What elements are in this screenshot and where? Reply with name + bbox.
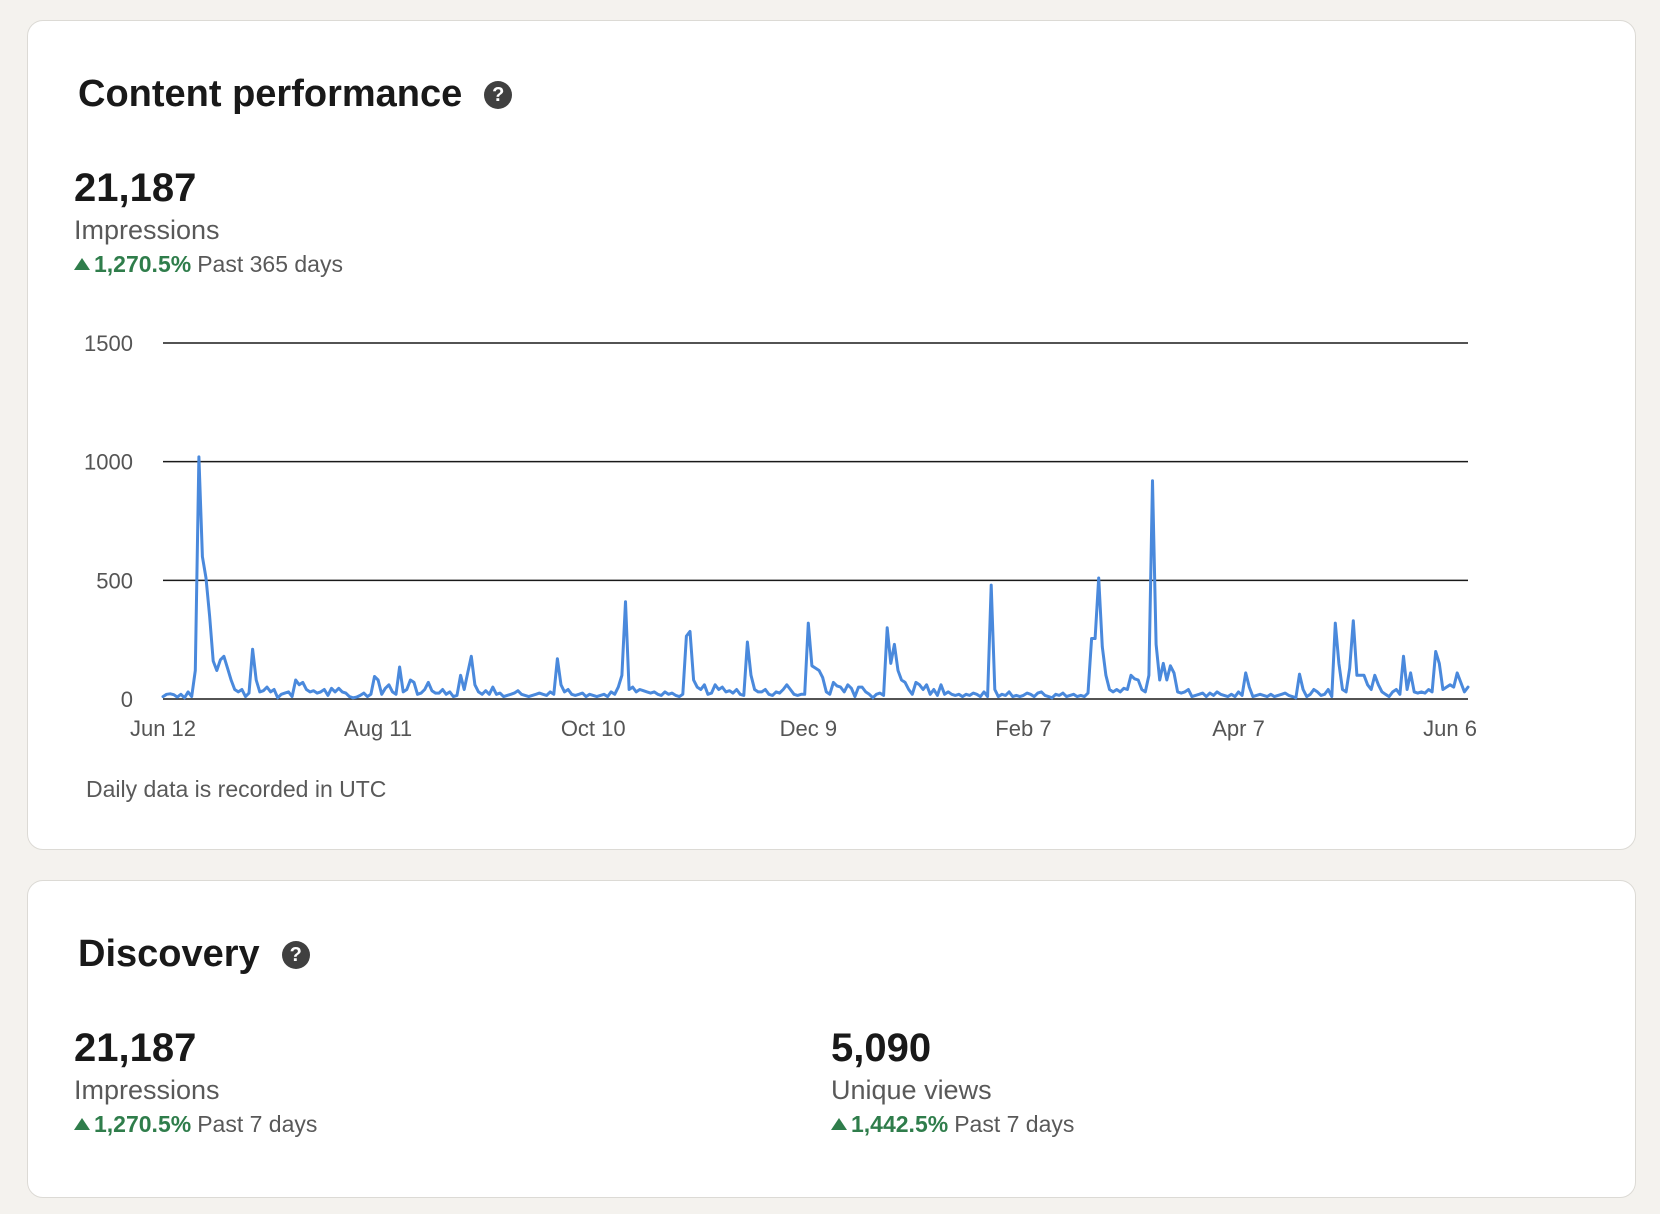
question-circle-icon[interactable]: ? [281, 940, 310, 969]
change-percent: 1,442.5% [851, 1111, 949, 1137]
x-tick-label: Oct 10 [561, 716, 626, 741]
y-tick-label: 500 [96, 568, 133, 593]
discovery-card: Discovery ? 21,187 Impressions 1,270.5% P… [27, 880, 1636, 1198]
unique-views-value: 5,090 [831, 1026, 932, 1070]
unique-views-change: 1,442.5% Past 7 days [831, 1109, 1074, 1139]
x-tick-label: Aug 11 [344, 716, 412, 741]
impressions-series-line [161, 455, 1470, 700]
x-tick-label: Jun 12 [130, 716, 196, 741]
y-tick-label: 1000 [84, 450, 133, 475]
y-tick-label: 1500 [84, 331, 133, 356]
unique-views-label: Unique views [831, 1075, 992, 1105]
trend-up-icon [831, 1118, 847, 1130]
discovery-title: Discovery ? [78, 933, 310, 976]
discovery-impressions-change: 1,270.5% Past 7 days [74, 1109, 317, 1139]
change-percent: 1,270.5% [94, 1111, 192, 1137]
impressions-line-chart: 0 500 1000 1500 Jun 12 Aug 11 Oct 10 Dec 9 Feb 7… [84, 331, 1477, 741]
unique-views-metric: 5,090 Unique views 1,442.5% Past 7 days [831, 1025, 1074, 1139]
discovery-impressions-value: 21,187 [74, 1026, 197, 1070]
x-tick-label: Jun 6 [1423, 716, 1477, 741]
change-period: Past 7 days [954, 1111, 1075, 1137]
content-performance-card: Content performance ? 21,187 Impressions… [27, 20, 1636, 850]
discovery-impressions-label: Impressions [74, 1075, 220, 1105]
x-tick-label: Dec 9 [780, 716, 837, 741]
discovery-impressions-metric: 21,187 Impressions 1,270.5% Past 7 days [74, 1025, 317, 1139]
change-period: Past 7 days [197, 1111, 318, 1137]
discovery-title-text: Discovery [78, 933, 260, 975]
trend-up-icon [74, 1118, 90, 1130]
x-tick-label: Feb 7 [995, 716, 1051, 741]
chart-footnote: Daily data is recorded in UTC [86, 776, 387, 802]
y-tick-label: 0 [121, 687, 133, 712]
x-tick-label: Apr 7 [1212, 716, 1265, 741]
